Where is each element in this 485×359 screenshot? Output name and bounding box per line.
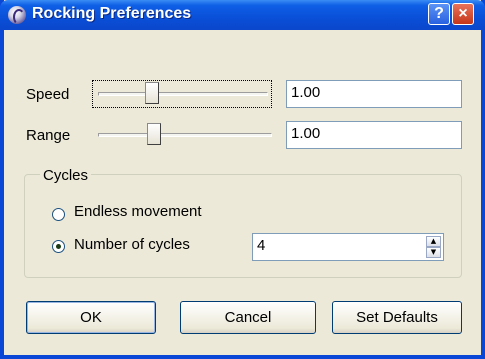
number-of-cycles-label[interactable]: Number of cycles: [74, 236, 190, 253]
endless-movement-label[interactable]: Endless movement: [74, 203, 202, 220]
cycles-count-input[interactable]: 4: [252, 233, 444, 261]
range-slider-thumb[interactable]: [146, 123, 161, 145]
number-of-cycles-radio[interactable]: [52, 240, 65, 253]
window-title: Rocking Preferences: [32, 5, 192, 22]
spin-down-icon[interactable]: ▼: [426, 247, 441, 258]
title-bar[interactable]: Rocking Preferences ? ×: [0, 0, 485, 30]
cycles-group-label: Cycles: [40, 167, 92, 184]
help-icon[interactable]: ?: [428, 3, 450, 25]
speed-input[interactable]: 1.00: [286, 80, 462, 108]
spin-up-icon[interactable]: ▲: [426, 236, 441, 247]
speed-slider[interactable]: [98, 92, 268, 96]
range-input[interactable]: 1.00: [286, 121, 462, 149]
cancel-button[interactable]: Cancel: [180, 301, 316, 334]
app-rocking-icon: [8, 6, 26, 25]
close-icon[interactable]: ×: [452, 3, 474, 25]
cycles-group: [24, 174, 462, 278]
speed-label: Speed: [26, 86, 70, 103]
ok-button[interactable]: OK: [26, 301, 156, 334]
endless-movement-radio[interactable]: [52, 208, 65, 221]
set-defaults-button[interactable]: Set Defaults: [332, 301, 462, 334]
range-slider[interactable]: [98, 133, 272, 137]
range-label: Range: [26, 127, 71, 144]
speed-slider-thumb[interactable]: [145, 82, 160, 104]
